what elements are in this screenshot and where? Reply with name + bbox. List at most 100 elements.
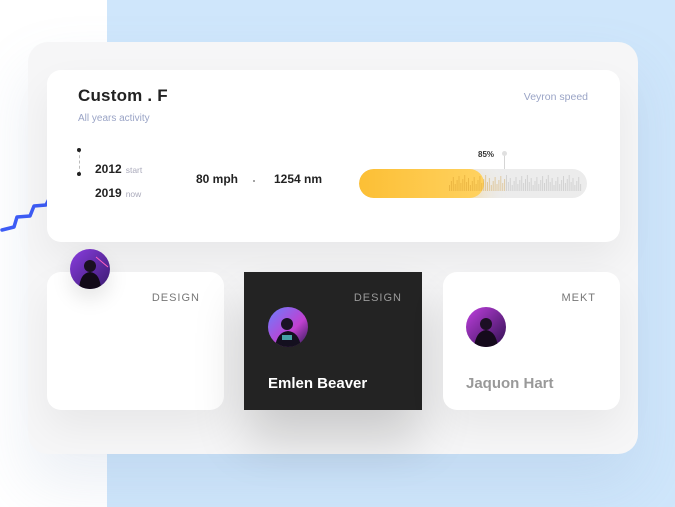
card-tag: MEKT: [561, 292, 596, 304]
waveform-bar: [519, 180, 521, 191]
waveform-bar: [532, 185, 534, 191]
timeline-now: 2019 now: [95, 186, 141, 200]
timeline-now-label: now: [125, 189, 142, 199]
waveform-bar: [498, 180, 500, 191]
waveform-bar: [576, 181, 578, 191]
timeline-start-label: start: [125, 165, 143, 175]
waveform-bar: [521, 176, 523, 191]
waveform-bar: [566, 179, 568, 191]
waveform-bar: [494, 177, 496, 191]
waveform-bar: [523, 183, 525, 191]
progress-marker-line: [504, 154, 505, 170]
waveform-bar: [473, 177, 475, 191]
person-name: Jaquon Hart: [466, 375, 554, 392]
timeline-line: [79, 150, 81, 174]
veyron-speed-label: Veyron speed: [523, 91, 588, 103]
waveform-bar: [555, 181, 557, 191]
waveform-bar: [574, 185, 576, 191]
waveform-bar: [530, 178, 532, 191]
waveform-bar: [507, 182, 509, 191]
avatar[interactable]: [466, 307, 506, 347]
waveform-bar: [492, 181, 494, 191]
waveform-bar: [534, 181, 536, 191]
waveform-bar: [559, 184, 561, 191]
waveform-bar: [496, 184, 498, 191]
waveform-bar: [460, 183, 462, 191]
waveform-bar: [538, 184, 540, 191]
waveform-bar: [502, 183, 504, 191]
progress-marker-handle[interactable]: [502, 151, 507, 156]
waveform-bar: [488, 178, 490, 191]
waveform-bar: [456, 180, 458, 191]
waveform-bar: [481, 183, 483, 191]
waveform-bar: [549, 182, 551, 191]
waveform-bar: [506, 175, 507, 191]
waveform-bar: [557, 177, 559, 191]
waveform-bar: [563, 176, 564, 191]
waveform-bar: [536, 177, 538, 191]
waveform-bar: [450, 181, 452, 191]
waveform-bar: [561, 180, 563, 191]
card-tag: DESIGN: [353, 292, 402, 304]
person-name: Emlen Beaver: [268, 375, 368, 392]
waveform-bar: [572, 178, 574, 191]
separator-dot: [253, 180, 255, 182]
waveform-bar: [458, 176, 460, 191]
waveform-bar: [475, 184, 477, 191]
timeline-dot: [77, 148, 81, 152]
activity-card: Custom . F All years activity Veyron spe…: [47, 70, 620, 242]
speed-value: 80 mph: [196, 172, 239, 186]
avatar[interactable]: [268, 307, 308, 347]
waveform-bar: [509, 178, 511, 191]
waveform-bar: [544, 183, 545, 191]
avatar[interactable]: [70, 249, 110, 289]
waveform-bar: [528, 182, 530, 191]
waveform-bar: [471, 181, 473, 191]
waveform-bars: [449, 175, 582, 191]
waveform-bar: [570, 182, 572, 191]
waveform-bar: [466, 182, 468, 191]
waveform-bar: [578, 177, 580, 191]
waveform-bar: [525, 179, 526, 191]
progress-percent: 85%: [478, 150, 495, 159]
waveform-bar: [449, 185, 450, 191]
progress-track[interactable]: [359, 169, 587, 198]
card-title: Custom . F: [78, 86, 168, 105]
person-card-2[interactable]: DESIGN Emlen Beaver: [244, 272, 422, 410]
waveform-bar: [477, 180, 479, 191]
person-card-3[interactable]: MEKT Jaquon Hart: [443, 272, 620, 410]
waveform-bar: [545, 179, 547, 191]
waveform-bar: [517, 184, 519, 191]
waveform-bar: [454, 184, 456, 191]
waveform-bar: [568, 175, 570, 191]
waveform-bar: [504, 179, 506, 191]
waveform-bar: [490, 185, 492, 191]
waveform-bar: [564, 183, 566, 191]
waveform-bar: [551, 178, 553, 191]
person-card-1[interactable]: DESIGN: [47, 272, 224, 410]
waveform-bar: [462, 179, 464, 191]
timeline-start: 2012 start: [95, 162, 142, 176]
waveform-bar: [540, 180, 542, 191]
waveform-bar: [553, 185, 555, 191]
waveform-bar: [542, 176, 544, 191]
waveform-bar: [485, 175, 487, 191]
waveform-bar: [547, 175, 549, 191]
waveform-bar: [526, 175, 528, 191]
waveform-bar: [469, 185, 471, 191]
distance-value: 1254 nm: [274, 172, 323, 186]
timeline-now-year: 2019: [95, 186, 122, 200]
waveform-bar: [468, 178, 469, 191]
waveform-bar: [452, 177, 454, 191]
waveform-bar: [511, 185, 513, 191]
waveform-bar: [515, 177, 517, 191]
waveform-bar: [500, 176, 502, 191]
waveform-bar: [513, 181, 515, 191]
waveform-bar: [479, 176, 481, 191]
timeline-dot: [77, 172, 81, 176]
waveform-bar: [580, 184, 582, 191]
waveform-bar: [487, 182, 488, 191]
card-subtitle: All years activity: [78, 113, 150, 124]
waveform-bar: [483, 179, 485, 191]
card-tag: DESIGN: [151, 292, 200, 304]
